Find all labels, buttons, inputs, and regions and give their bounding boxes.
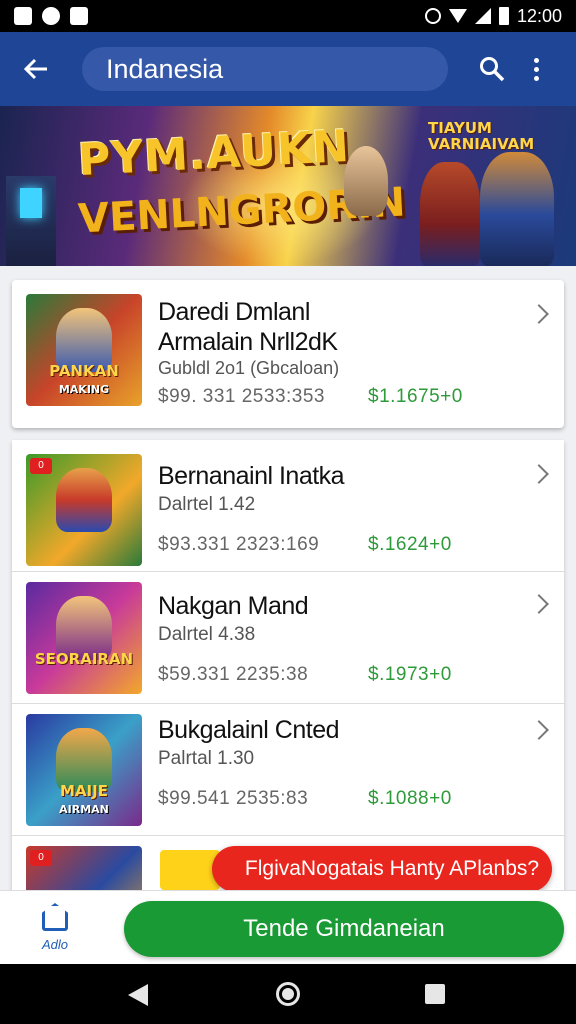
- item-title: Nakgan Mand: [158, 592, 309, 620]
- thumb-character: [56, 468, 112, 532]
- home-icon: [42, 903, 68, 931]
- chevron-right-icon[interactable]: [530, 720, 550, 740]
- more-vert-icon[interactable]: [526, 51, 546, 87]
- item-thumbnail: 0: [26, 454, 142, 566]
- item-thumbnail: SEORAIRAN: [26, 582, 142, 694]
- featured-amount: $1.1675+0: [368, 386, 463, 407]
- notification-store-icon: [70, 7, 88, 25]
- item-amount: $.1973+0: [368, 664, 452, 685]
- clock: 12:00: [516, 5, 562, 26]
- app-bar: Indanesia: [0, 32, 576, 106]
- list-item[interactable]: SEORAIRAN Nakgan Mand Dalrtel 4.38 $59.3…: [12, 572, 564, 704]
- alarm-icon: [424, 8, 441, 24]
- chevron-right-icon[interactable]: [530, 304, 550, 324]
- banner-character: [344, 146, 388, 216]
- item-badge: 0: [30, 850, 52, 866]
- search-button[interactable]: [474, 51, 510, 87]
- promo-toast[interactable]: FlgivaNogatais Hanty APlanbs?: [212, 846, 552, 892]
- list-item[interactable]: MAIJE AIRMAN Bukgalainl Cnted Palrtal 1.…: [12, 704, 564, 836]
- featured-price: $99. 331 2533:353: [158, 386, 325, 407]
- game-list-card: 0 Bernanainl Inatka Dalrtel 1.42 $93.331…: [12, 440, 564, 890]
- banner-window: [20, 188, 42, 218]
- item-thumbnail: 0: [26, 846, 142, 890]
- item-amount: $.1624+0: [368, 534, 452, 555]
- nav-home-icon[interactable]: [276, 982, 300, 1006]
- banner-tag-line: VARNIAIVAM: [428, 135, 535, 153]
- back-button[interactable]: [16, 49, 56, 89]
- nav-recent-icon[interactable]: [425, 984, 445, 1004]
- chevron-right-icon[interactable]: [530, 464, 550, 484]
- item-price: $93.331 2323:169: [158, 534, 320, 555]
- nav-back-icon[interactable]: [128, 984, 148, 1006]
- signal-icon: [474, 8, 491, 24]
- notification-app-icon: [14, 7, 32, 25]
- item-amount: $.1088+0: [368, 788, 452, 809]
- game-list: PANKAN MAKING Daredi Dmlanl Armalain Nrl…: [0, 266, 576, 890]
- item-title: Bukgalainl Cnted: [158, 716, 340, 744]
- item-subtitle: Palrtal 1.30: [158, 748, 255, 769]
- featured-thumbnail: PANKAN MAKING: [26, 294, 142, 406]
- list-item[interactable]: 0 Bernanainl Inatka Dalrtel 1.42 $93.331…: [12, 440, 564, 572]
- item-title: Bernanainl Inatka: [158, 462, 345, 490]
- banner-tag-line: TIAYUM: [428, 119, 492, 137]
- search-icon: [480, 57, 505, 82]
- thumb-subtitle: MAKING: [58, 383, 110, 396]
- wifi-icon: [448, 9, 467, 23]
- item-price: $99.541 2535:83: [158, 788, 309, 809]
- item-subtitle: Dalrtel 4.38: [158, 624, 256, 645]
- notification-icons: [14, 7, 88, 25]
- home-tab[interactable]: Adlo: [30, 903, 80, 957]
- primary-cta-button[interactable]: Tende Gimdaneian: [124, 901, 564, 957]
- notification-message-icon: [42, 7, 60, 25]
- thumb-subtitle: AIRMAN: [59, 803, 109, 816]
- item-price: $59.331 2235:38: [158, 664, 309, 685]
- promo-banner[interactable]: PYM.AUKN VENLNGRORIN TIAYUM VARNIAIVAM: [0, 106, 576, 266]
- thumb-title: MAIJE: [60, 782, 108, 800]
- item-thumbnail: MAIJE AIRMAN: [26, 714, 142, 826]
- featured-subtitle: Gubldl 2o1 (Gbcaloan): [158, 358, 340, 378]
- item-badge: 0: [30, 458, 52, 474]
- thumb-title: PANKAN: [49, 362, 119, 380]
- featured-card[interactable]: PANKAN MAKING Daredi Dmlanl Armalain Nrl…: [12, 280, 564, 428]
- banner-character: [420, 162, 480, 266]
- bottom-bar: Adlo Tende Gimdaneian: [0, 890, 576, 964]
- home-label: Adlo: [41, 937, 69, 952]
- item-subtitle: Dalrtel 1.42: [158, 494, 256, 515]
- featured-title: Daredi Dmlanl: [158, 298, 310, 326]
- chevron-right-icon[interactable]: [530, 594, 550, 614]
- thumb-title: SEORAIRAN: [34, 650, 134, 668]
- status-bar: 12:00: [0, 0, 576, 32]
- system-nav-bar: [0, 964, 576, 1024]
- battery-icon: [498, 7, 509, 25]
- search-input[interactable]: Indanesia: [82, 47, 448, 91]
- featured-title-2: Armalain Nrll2dK: [158, 328, 338, 356]
- banner-character: [480, 152, 554, 266]
- system-status: 12:00: [424, 5, 562, 27]
- banner-tag: TIAYUM VARNIAIVAM: [428, 120, 534, 152]
- toast-thumbnail: [160, 850, 220, 890]
- back-arrow-icon: [23, 58, 47, 80]
